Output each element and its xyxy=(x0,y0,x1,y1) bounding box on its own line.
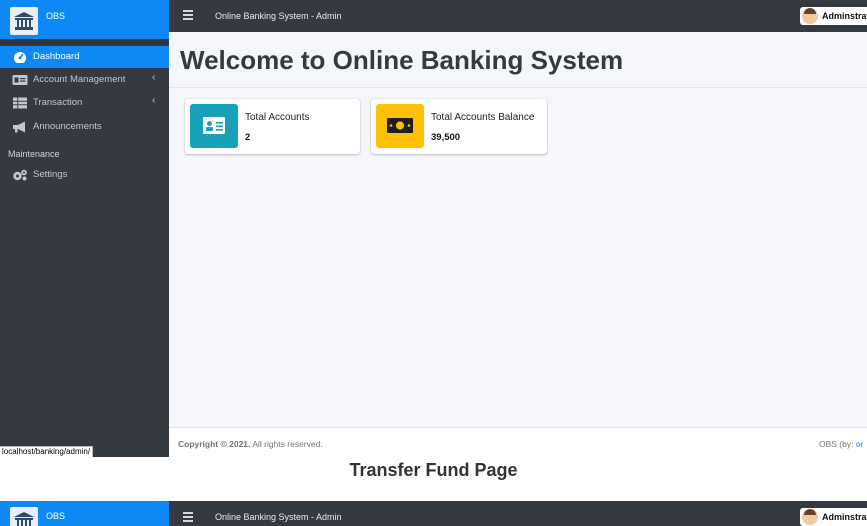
info-box-total-balance: Total Accounts Balance 39,500 xyxy=(371,99,547,154)
sidebar-item-label: Dashboard xyxy=(33,51,80,62)
sidebar: OBS xyxy=(0,501,169,526)
hamburger-menu-icon[interactable] xyxy=(183,10,193,20)
dashboard-icon xyxy=(14,52,26,63)
brand-link[interactable]: OBS xyxy=(0,501,169,526)
sidebar: OBS Dashboard Account Management ‹ Trans… xyxy=(0,0,169,457)
id-card-icon xyxy=(12,75,28,85)
sidebar-item-label: Account Management xyxy=(33,74,126,85)
footer-credit: OBS (by: or xyxy=(819,439,864,449)
user-menu[interactable]: Adminstrat xyxy=(800,508,867,526)
info-box-label: Total Accounts Balance xyxy=(431,112,535,123)
info-box-label: Total Accounts xyxy=(245,112,310,123)
id-card-icon xyxy=(190,104,238,148)
sidebar-item-dashboard[interactable]: Dashboard xyxy=(0,46,169,68)
sidebar-item-label: Settings xyxy=(33,169,68,180)
money-bill-icon xyxy=(376,104,424,148)
sidebar-item-label: Announcements xyxy=(33,121,102,132)
page-title: Welcome to Online Banking System xyxy=(180,45,624,75)
user-menu[interactable]: Adminstrat xyxy=(800,7,867,25)
browser-status-url: localhost/banking/admin/ xyxy=(0,446,94,457)
megaphone-icon xyxy=(13,121,25,133)
navbar-title: Online Banking System - Admin xyxy=(215,512,342,522)
sidebar-item-transaction[interactable]: Transaction ‹ xyxy=(0,92,169,114)
chevron-left-icon: ‹ xyxy=(152,95,156,106)
hamburger-menu-icon[interactable] xyxy=(183,512,193,522)
footer-credit-link[interactable]: or xyxy=(856,439,864,449)
sidebar-section-header: Maintenance xyxy=(8,149,60,159)
brand-name: OBS xyxy=(46,11,66,21)
page-footer: Copyright © 2021. All rights reserved. O… xyxy=(169,427,867,457)
brand-name: OBS xyxy=(46,511,66,521)
sidebar-item-account-management[interactable]: Account Management ‹ xyxy=(0,69,169,91)
table-icon xyxy=(13,97,27,109)
sidebar-item-label: Transaction xyxy=(33,97,83,108)
bank-logo-icon xyxy=(10,7,38,35)
footer-copyright: Copyright © 2021. All rights reserved. xyxy=(178,439,323,449)
info-box-value: 39,500 xyxy=(431,132,461,143)
sidebar-item-announcements[interactable]: Announcements xyxy=(0,116,169,138)
gears-icon xyxy=(13,169,27,181)
bank-logo-icon xyxy=(10,507,38,526)
info-box-value: 2 xyxy=(245,132,251,143)
divider xyxy=(169,87,867,88)
sidebar-item-settings[interactable]: Settings xyxy=(0,164,169,186)
top-navbar: Online Banking System - Admin Adminstrat xyxy=(169,501,867,526)
user-name: Adminstrat xyxy=(822,512,867,522)
top-navbar: Online Banking System - Admin Adminstrat xyxy=(169,0,867,32)
brand-link[interactable]: OBS xyxy=(0,0,169,39)
avatar xyxy=(802,509,818,525)
info-box-total-accounts: Total Accounts 2 xyxy=(185,99,360,154)
user-name: Adminstrat xyxy=(822,11,867,21)
chevron-left-icon: ‹ xyxy=(152,72,156,83)
dashboard-screenshot: OBS Dashboard Account Management ‹ Trans… xyxy=(0,0,867,457)
avatar xyxy=(802,8,818,24)
navbar-title: Online Banking System - Admin xyxy=(215,11,342,21)
transfer-fund-screenshot: OBS Online Banking System - Admin Admins… xyxy=(0,501,867,526)
figure-caption: Transfer Fund Page xyxy=(349,460,518,480)
main-content: Welcome to Online Banking System Total A… xyxy=(169,32,867,427)
